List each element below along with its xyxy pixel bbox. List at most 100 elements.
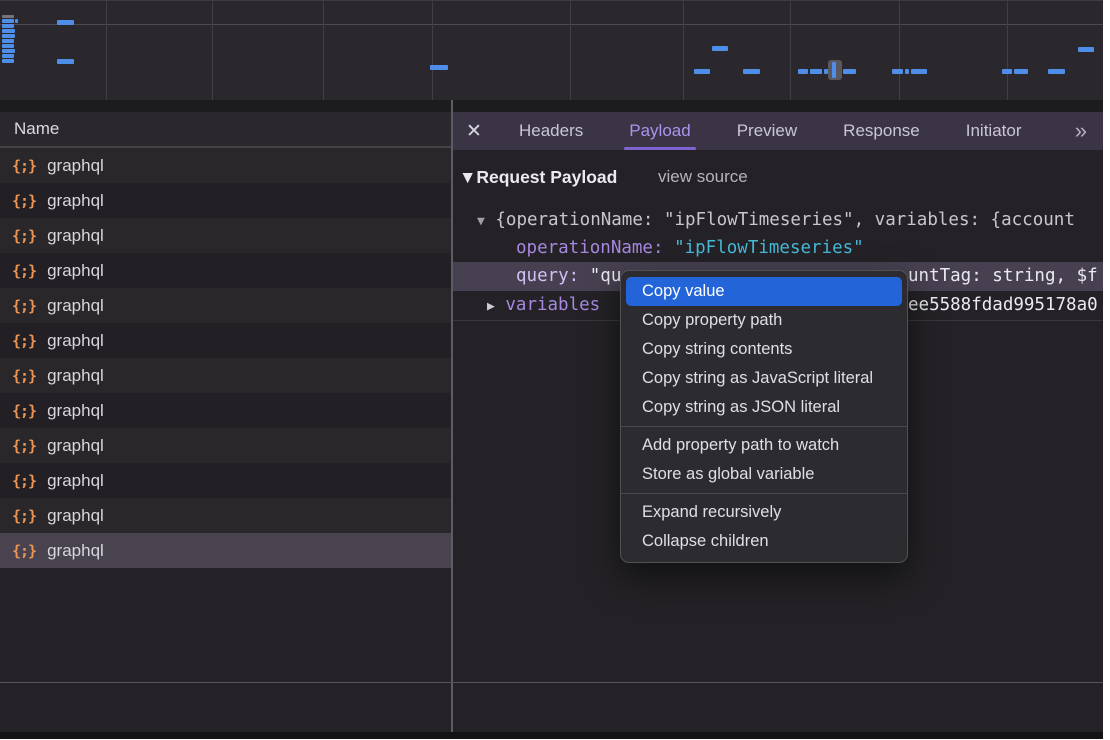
request-name-label: graphql — [47, 436, 104, 456]
selected-request-marker-bar — [832, 62, 836, 78]
overview-gridline — [1007, 1, 1008, 101]
overview-gridline — [790, 1, 791, 101]
waterfall-bar — [905, 69, 909, 74]
more-tabs-icon[interactable]: » — [1075, 112, 1087, 150]
request-name-label: graphql — [47, 226, 104, 246]
waterfall-bar — [798, 69, 808, 74]
menu-item[interactable]: Copy property path — [626, 306, 902, 335]
request-row[interactable]: {;} graphql — [0, 463, 451, 498]
property-key: variables — [505, 295, 600, 315]
request-row[interactable]: {;} graphql — [0, 498, 451, 533]
details-tab-bar: ✕ Headers Payload Preview Response Initiator… — [453, 112, 1103, 150]
request-row[interactable]: {;} graphql — [0, 393, 451, 428]
request-name-label: graphql — [47, 471, 104, 491]
waterfall-bar — [2, 15, 14, 18]
context-menu: Copy valueCopy property pathCopy string … — [620, 270, 908, 563]
request-row[interactable]: {;}graphql — [0, 358, 451, 393]
request-name-label: graphql — [47, 156, 104, 176]
waterfall-bar — [1048, 69, 1065, 74]
request-name-label: graphql — [47, 191, 104, 211]
property-value-continuation: ee5588fdad995178a0 — [908, 291, 1098, 320]
json-braces-icon: {;} — [12, 472, 36, 490]
overview-gridline — [899, 1, 900, 101]
json-braces-icon: {;} — [12, 402, 36, 420]
payload-preview-row[interactable]: ▼ {operationName: "ipFlowTimeseries", va… — [453, 206, 1103, 235]
waterfall-bar — [2, 34, 15, 38]
menu-item[interactable]: Store as global variable — [626, 460, 902, 489]
menu-item[interactable]: Copy string as JavaScript literal — [626, 364, 902, 393]
request-row[interactable]: {;} graphql — [0, 288, 451, 323]
panel-top-gap — [0, 100, 1103, 112]
json-braces-icon: {;} — [12, 507, 36, 525]
request-name-label: graphql — [47, 296, 104, 316]
footer-divider — [0, 682, 1103, 683]
menu-item[interactable]: Copy value — [626, 277, 902, 306]
waterfall-bar — [2, 59, 14, 63]
menu-item[interactable]: Copy string contents — [626, 335, 902, 364]
request-row[interactable]: {;}graphql — [0, 428, 451, 463]
tab-response[interactable]: Response — [843, 112, 920, 150]
waterfall-bar — [843, 69, 856, 74]
request-list: {;} graphql {;} graphql {;} graphql {;} graphql… — [0, 148, 451, 568]
tab-initiator[interactable]: Initiator — [966, 112, 1022, 150]
request-name-label: graphql — [47, 541, 104, 561]
chevron-right-icon: ▶ — [487, 299, 495, 314]
waterfall-bar — [2, 19, 14, 23]
waterfall-bar — [712, 46, 728, 51]
waterfall-bar — [2, 24, 14, 28]
overview-gridline — [212, 1, 213, 101]
property-key: query: — [516, 266, 579, 286]
waterfall-bar — [2, 54, 14, 58]
request-row[interactable]: {;} graphql — [0, 323, 451, 358]
waterfall-bar — [15, 19, 18, 23]
menu-item[interactable]: Add property path to watch — [626, 431, 902, 460]
bottom-edge-bar — [0, 732, 1103, 739]
menu-item[interactable]: Expand recursively — [626, 498, 902, 527]
tab-preview[interactable]: Preview — [737, 112, 797, 150]
property-value-start: "qu — [590, 266, 622, 286]
request-name-label: graphql — [47, 366, 104, 386]
view-source-link[interactable]: view source — [658, 162, 748, 192]
request-row[interactable]: {;} graphql — [0, 218, 451, 253]
close-icon[interactable]: ✕ — [453, 120, 495, 143]
waterfall-bar — [57, 20, 74, 25]
menu-item[interactable]: Copy string as JSON literal — [626, 393, 902, 422]
overview-ruler-line — [0, 24, 1103, 25]
request-row[interactable]: {;}graphql — [0, 183, 451, 218]
operation-name-row[interactable]: operationName: "ipFlowTimeseries" — [453, 234, 1103, 263]
waterfall-bar — [810, 69, 822, 74]
request-name-label: graphql — [47, 401, 104, 421]
tab-payload[interactable]: Payload — [629, 112, 690, 150]
json-braces-icon: {;} — [12, 297, 36, 315]
requests-panel: Name {;}graphql{;}graphql{;}graphql{;}gr… — [0, 112, 451, 732]
waterfall-bar — [2, 29, 15, 33]
waterfall-bar — [1002, 69, 1012, 74]
waterfall-bar — [430, 65, 448, 70]
request-payload-title[interactable]: ▼Request Payload — [459, 162, 617, 192]
name-column-header[interactable]: Name — [0, 112, 451, 148]
request-row[interactable]: {;}graphql — [0, 533, 451, 568]
request-payload-section-header: ▼Request Payload view source — [453, 162, 1103, 192]
waterfall-bar — [1078, 47, 1094, 52]
name-column-label: Name — [14, 119, 59, 139]
waterfall-bar — [694, 69, 710, 74]
json-braces-icon: {;} — [12, 332, 36, 350]
tab-headers[interactable]: Headers — [519, 112, 583, 150]
request-name-label: graphql — [47, 331, 104, 351]
overview-gridline — [106, 1, 107, 101]
details-tabs: Headers Payload Preview Response Initiator — [519, 112, 1067, 150]
request-row[interactable]: {;}graphql — [0, 148, 451, 183]
request-name-label: graphql — [47, 261, 104, 281]
json-braces-icon: {;} — [12, 227, 36, 245]
context-menu-group: Add property path to watchStore as globa… — [621, 426, 907, 489]
request-row[interactable]: {;}graphql — [0, 253, 451, 288]
overview-gridline — [570, 1, 571, 101]
payload-preview-text: {operationName: "ipFlowTimeseries", vari… — [495, 210, 1074, 230]
waterfall-bar — [911, 69, 927, 74]
network-overview-timeline[interactable] — [0, 0, 1103, 101]
waterfall-bar — [2, 44, 14, 48]
chevron-down-icon: ▼ — [477, 214, 485, 229]
request-name-label: graphql — [47, 506, 104, 526]
menu-item[interactable]: Collapse children — [626, 527, 902, 556]
overview-gridline — [683, 1, 684, 101]
